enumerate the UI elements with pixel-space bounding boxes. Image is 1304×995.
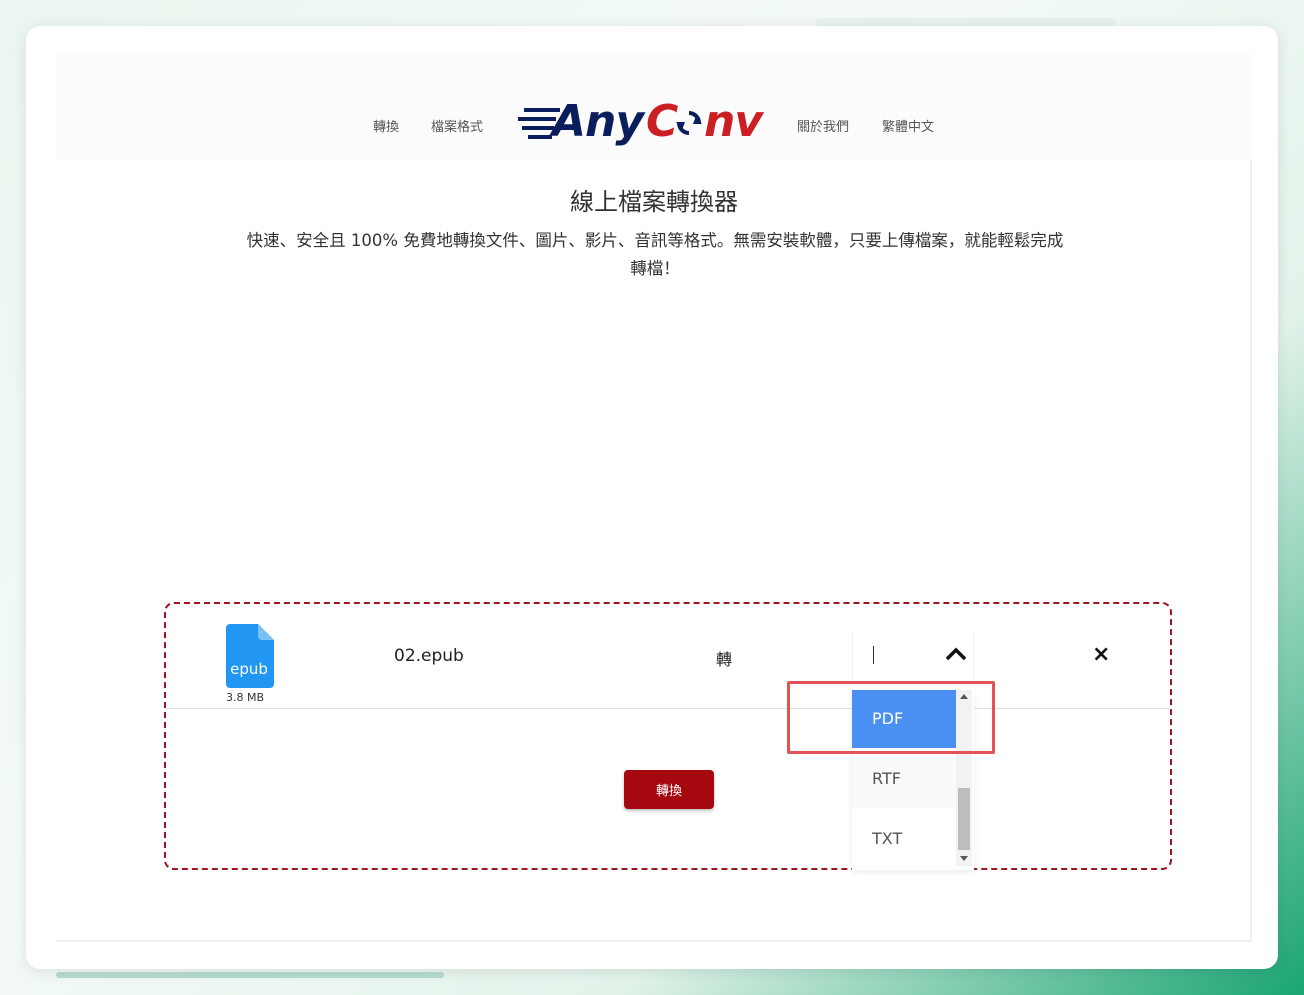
row-divider [166, 708, 1170, 709]
site-header: 轉換 檔案格式 Any C nv 關於我們 繁體中文 [56, 54, 1252, 160]
logo-text-onv: nv [704, 96, 763, 147]
chevron-up-icon[interactable] [945, 646, 967, 662]
scroll-up-icon[interactable] [960, 694, 968, 699]
logo-stripe [528, 135, 552, 139]
logo-stripe [518, 117, 556, 121]
text-caret [873, 646, 874, 664]
remove-file-button[interactable]: × [1092, 644, 1110, 666]
format-option-pdf[interactable]: PDF [852, 690, 956, 748]
nav-link-convert[interactable]: 轉換 [373, 116, 399, 135]
logo-stripe [522, 126, 554, 130]
dropdown-scrollbar[interactable] [956, 690, 972, 866]
nav-link-language[interactable]: 繁體中文 [882, 116, 934, 135]
background-strip [56, 972, 444, 978]
format-option-rtf[interactable]: RTF [852, 750, 956, 808]
file-name: 02.epub [394, 646, 464, 666]
upload-area: epub 3.8 MB 02.epub 轉 × PDF RTF TXT 轉換 [164, 602, 1172, 870]
file-row: epub [226, 624, 276, 688]
file-size: 3.8 MB [226, 691, 265, 704]
format-dropdown: PDF RTF TXT [852, 690, 974, 870]
logo-text-any: Any [552, 96, 644, 147]
scroll-down-icon[interactable] [960, 856, 968, 861]
epub-file-icon [226, 624, 274, 688]
page-content: 轉換 檔案格式 Any C nv 關於我們 繁體中文 線上檔案轉換器 快速、安全… [56, 54, 1252, 942]
page-title: 線上檔案轉換器 [570, 188, 738, 216]
nav-link-about[interactable]: 關於我們 [797, 116, 849, 135]
file-type-label: epub [230, 660, 268, 678]
scroll-thumb[interactable] [958, 788, 970, 850]
anyconv-logo[interactable]: Any C nv [518, 96, 764, 152]
browser-card: 轉換 檔案格式 Any C nv 關於我們 繁體中文 線上檔案轉換器 快速、安全… [26, 26, 1278, 969]
convert-button[interactable]: 轉換 [624, 770, 714, 809]
logo-sync-icon [676, 111, 702, 135]
convert-to-label: 轉 [716, 650, 733, 669]
logo-text-c: C [646, 96, 678, 147]
format-select[interactable] [852, 634, 974, 678]
background-strip [816, 18, 1116, 26]
format-option-txt[interactable]: TXT [852, 810, 956, 868]
page-description: 快速、安全且 100% 免費地轉換文件、圖片、影片、音訊等格式。無需安裝軟體，只… [246, 231, 1064, 278]
nav-link-formats[interactable]: 檔案格式 [431, 116, 483, 135]
